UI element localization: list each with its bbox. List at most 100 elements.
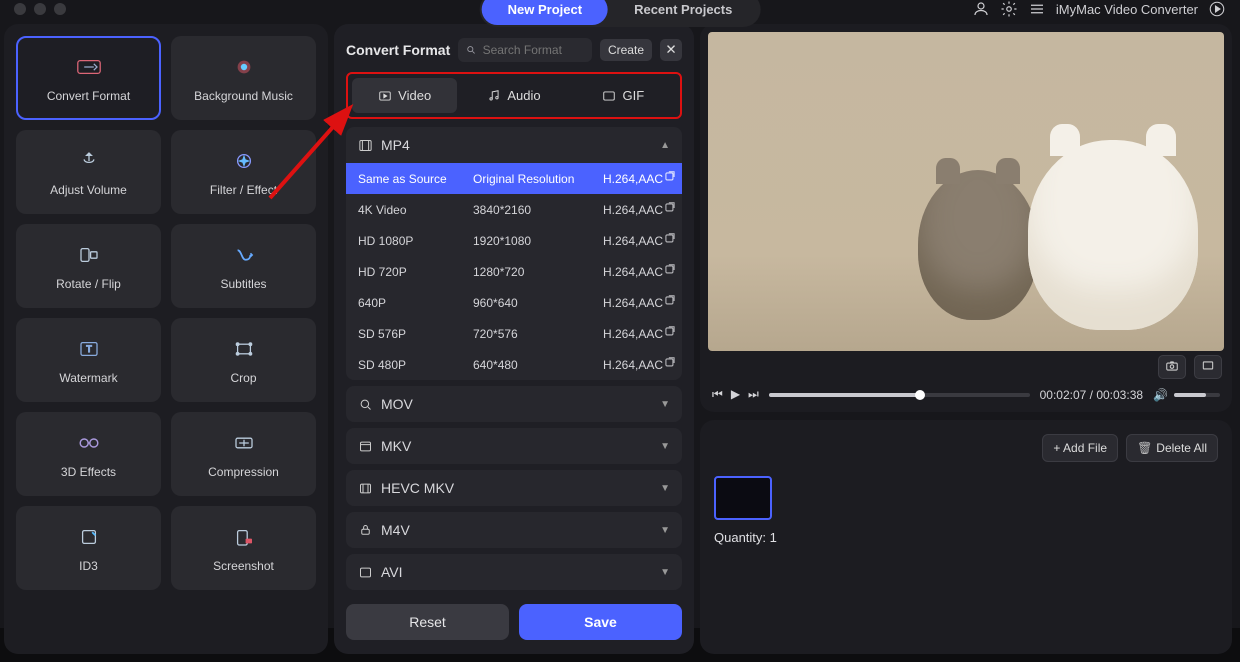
tool-tile-background-music[interactable]: Background Music [171, 36, 316, 120]
titlebar: New Project Recent Projects iMyMac Video… [0, 0, 1240, 18]
preset-row[interactable]: 640P960*640H.264,AAC [346, 287, 682, 318]
tool-icon [71, 53, 107, 81]
tool-icon [71, 523, 107, 551]
search-input[interactable] [483, 43, 584, 57]
add-file-button[interactable]: + Add File [1042, 434, 1118, 462]
volume-bar[interactable] [1174, 393, 1220, 397]
maximize-dot[interactable] [54, 3, 66, 15]
tool-icon [226, 523, 262, 551]
audio-tab[interactable]: Audio [461, 78, 566, 113]
gear-icon[interactable] [1000, 0, 1018, 18]
tool-tile-id3[interactable]: ID3 [16, 506, 161, 590]
queue-pane: + Add File 🗑Delete All Quantity: 1 [700, 420, 1232, 654]
gif-icon [602, 89, 616, 103]
prev-button[interactable]: ⏮ [712, 387, 723, 402]
window-controls [14, 3, 66, 15]
seek-bar[interactable] [769, 393, 1030, 397]
user-icon[interactable] [972, 0, 990, 18]
format-section-mp4: MP4▲ Same as SourceOriginal ResolutionH.… [346, 127, 682, 380]
close-panel-button[interactable]: ✕ [660, 39, 682, 61]
format-header-mov[interactable]: MOV▼ [346, 386, 682, 422]
snapshot-button[interactable] [1158, 355, 1186, 379]
tool-tile-watermark[interactable]: T Watermark [16, 318, 161, 402]
tool-icon [226, 147, 262, 175]
tool-tile-adjust-volume[interactable]: Adjust Volume [16, 130, 161, 214]
tool-icon [226, 53, 262, 81]
play-button[interactable]: ▶ [731, 387, 740, 402]
edit-preset-icon[interactable] [663, 356, 677, 370]
tool-icon [226, 429, 262, 457]
tools-sidebar: Convert Format Background Music Adjust Vol… [4, 24, 328, 654]
time-display: 00:02:07 / 00:03:38 [1040, 388, 1143, 402]
fullscreen-button[interactable] [1194, 355, 1222, 379]
tool-label: Background Music [194, 89, 293, 103]
preset-row[interactable]: SD 576P720*576H.264,AAC [346, 318, 682, 349]
edit-preset-icon[interactable] [663, 263, 677, 277]
project-toggle: New Project Recent Projects [480, 0, 761, 27]
tool-tile-3d-effects[interactable]: 3D Effects [16, 412, 161, 496]
format-mp4-icon [358, 138, 373, 153]
edit-preset-icon[interactable] [663, 325, 677, 339]
tool-label: ID3 [79, 559, 98, 573]
format-header-avi[interactable]: AVI▼ [346, 554, 682, 590]
tool-icon [71, 429, 107, 457]
tool-tile-filter-effect[interactable]: Filter / Effect [171, 130, 316, 214]
tool-icon [226, 335, 262, 363]
search-icon [466, 44, 476, 56]
tool-tile-subtitles[interactable]: Subtitles [171, 224, 316, 308]
audio-icon [487, 89, 501, 103]
media-type-tabs: Video Audio GIF [346, 72, 682, 119]
volume-icon[interactable]: 🔊 [1153, 388, 1168, 402]
tool-tile-screenshot[interactable]: Screenshot [171, 506, 316, 590]
format-header-mkv[interactable]: MKV▼ [346, 428, 682, 464]
tool-label: Subtitles [220, 277, 266, 291]
play-badge-icon [1208, 0, 1226, 18]
queue-item[interactable] [714, 476, 772, 520]
close-dot[interactable] [14, 3, 26, 15]
tool-label: Compression [208, 465, 279, 479]
app-title: iMyMac Video Converter [1056, 2, 1198, 17]
tool-tile-rotate-flip[interactable]: Rotate / Flip [16, 224, 161, 308]
tool-label: Convert Format [47, 89, 130, 103]
new-project-tab[interactable]: New Project [482, 0, 608, 25]
trash-icon: 🗑 [1137, 441, 1152, 455]
edit-preset-icon[interactable] [663, 201, 677, 215]
tool-tile-compression[interactable]: Compression [171, 412, 316, 496]
tool-tile-convert-format[interactable]: Convert Format [16, 36, 161, 120]
panel-title: Convert Format [346, 42, 450, 58]
format-header-m4v[interactable]: M4V▼ [346, 512, 682, 548]
preview-pane: ⏮ ▶ ⏭ 00:02:07 / 00:03:38 🔊 [700, 24, 1232, 412]
edit-preset-icon[interactable] [663, 170, 677, 184]
format-header-hevc-mkv[interactable]: HEVC MKV▼ [346, 470, 682, 506]
search-format-field[interactable] [458, 38, 592, 62]
recent-projects-tab[interactable]: Recent Projects [608, 0, 758, 25]
tool-icon: T [71, 335, 107, 363]
tool-label: Screenshot [213, 559, 274, 573]
save-button[interactable]: Save [519, 604, 682, 640]
minimize-dot[interactable] [34, 3, 46, 15]
tool-label: Filter / Effect [210, 183, 277, 197]
preset-row[interactable]: 4K Video3840*2160H.264,AAC [346, 194, 682, 225]
video-viewport[interactable] [708, 32, 1224, 351]
create-button[interactable]: Create [600, 39, 652, 61]
camera-icon [1164, 359, 1180, 373]
format-header-mp4[interactable]: MP4▲ [346, 127, 682, 163]
preset-row[interactable]: HD 720P1280*720H.264,AAC [346, 256, 682, 287]
tool-tile-crop[interactable]: Crop [171, 318, 316, 402]
tool-label: Crop [230, 371, 256, 385]
tool-label: Watermark [59, 371, 117, 385]
tool-icon [71, 241, 107, 269]
edit-preset-icon[interactable] [663, 294, 677, 308]
preset-row[interactable]: SD 480P640*480H.264,AAC [346, 349, 682, 380]
menu-icon[interactable] [1028, 0, 1046, 18]
preset-row[interactable]: Same as SourceOriginal ResolutionH.264,A… [346, 163, 682, 194]
preset-row[interactable]: HD 1080P1920*1080H.264,AAC [346, 225, 682, 256]
next-button[interactable]: ⏭ [748, 387, 759, 402]
gif-tab[interactable]: GIF [571, 78, 676, 113]
fullscreen-icon [1200, 359, 1216, 373]
video-tab[interactable]: Video [352, 78, 457, 113]
reset-button[interactable]: Reset [346, 604, 509, 640]
delete-all-button[interactable]: 🗑Delete All [1126, 434, 1218, 462]
video-icon [378, 89, 392, 103]
edit-preset-icon[interactable] [663, 232, 677, 246]
